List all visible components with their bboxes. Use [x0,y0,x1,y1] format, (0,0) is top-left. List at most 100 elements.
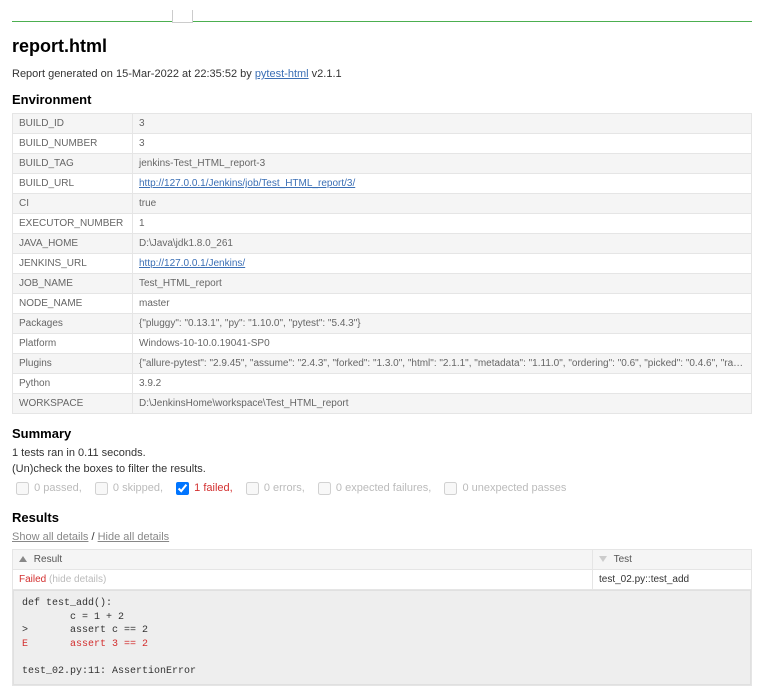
env-key: NODE_NAME [13,294,133,314]
result-outcome: Failed [19,574,46,585]
env-key: EXECUTOR_NUMBER [13,214,133,234]
meta-version: v2.1.1 [309,68,342,80]
trace-l3: > assert c == 2 [22,625,148,636]
results-heading: Results [12,510,752,525]
filter-xfail[interactable]: 0 expected failures, [314,482,431,494]
filter-error-checkbox[interactable] [246,482,259,495]
filter-skipped-label: 0 skipped, [113,482,163,494]
summary-hint: (Un)check the boxes to filter the result… [12,463,752,475]
filter-passed-checkbox[interactable] [16,482,29,495]
trace-l4: E assert 3 == 2 [22,639,148,650]
env-row: JOB_NAMETest_HTML_report [13,274,752,294]
hide-details-link[interactable]: (hide details) [49,574,106,585]
filter-xpass[interactable]: 0 unexpected passes [440,482,566,494]
filter-error-label: 0 errors, [264,482,305,494]
env-row: WORKSPACED:\JenkinsHome\workspace\Test_H… [13,394,752,414]
filter-row: 0 passed, 0 skipped, 1 failed, 0 errors,… [12,479,752,498]
summary-heading: Summary [12,426,752,441]
env-key: Python [13,374,133,394]
env-value: 1 [133,214,752,234]
environment-heading: Environment [12,92,752,107]
links-sep: / [88,531,97,543]
env-key: JOB_NAME [13,274,133,294]
meta-at: at [179,68,194,80]
env-key: Platform [13,334,133,354]
hide-all-details-link[interactable]: Hide all details [98,531,170,543]
env-value: D:\Java\jdk1.8.0_261 [133,234,752,254]
env-row: BUILD_URLhttp://127.0.0.1/Jenkins/job/Te… [13,174,752,194]
env-row: BUILD_TAGjenkins-Test_HTML_report-3 [13,154,752,174]
filter-passed[interactable]: 0 passed, [12,482,82,494]
col-test-label: Test [614,554,632,565]
filter-xfail-label: 0 expected failures, [336,482,431,494]
env-link[interactable]: http://127.0.0.1/Jenkins/ [139,258,245,269]
env-value: http://127.0.0.1/Jenkins/ [133,254,752,274]
report-meta: Report generated on 15-Mar-2022 at 22:35… [12,68,752,80]
sort-up-icon [19,556,27,562]
env-value: {"allure-pytest": "2.9.45", "assume": "2… [133,354,752,374]
filter-failed-checkbox[interactable] [176,482,189,495]
env-row: EXECUTOR_NUMBER1 [13,214,752,234]
env-key: Packages [13,314,133,334]
sort-down-icon [599,556,607,562]
env-value: master [133,294,752,314]
env-row: Python3.9.2 [13,374,752,394]
result-detail-row: def test_add(): c = 1 + 2 > assert c == … [13,590,752,686]
result-test-name: test_02.py::test_add [593,570,752,590]
top-tab [172,10,193,23]
filter-xpass-checkbox[interactable] [444,482,457,495]
pytest-html-link[interactable]: pytest-html [255,68,309,80]
meta-prefix: Report generated on [12,68,116,80]
filter-failed-label: 1 failed, [194,482,233,494]
show-all-details-link[interactable]: Show all details [12,531,88,543]
env-row: BUILD_ID3 [13,114,752,134]
env-value: 3 [133,134,752,154]
filter-skipped[interactable]: 0 skipped, [91,482,163,494]
env-row: BUILD_NUMBER3 [13,134,752,154]
env-link[interactable]: http://127.0.0.1/Jenkins/job/Test_HTML_r… [139,178,355,189]
col-test-header[interactable]: Test [593,550,752,570]
filter-passed-label: 0 passed, [34,482,82,494]
env-key: Plugins [13,354,133,374]
result-row: Failed (hide details) test_02.py::test_a… [13,570,752,590]
env-value: D:\JenkinsHome\workspace\Test_HTML_repor… [133,394,752,414]
results-links: Show all details / Hide all details [12,531,752,543]
env-row: JAVA_HOMED:\Java\jdk1.8.0_261 [13,234,752,254]
page-title: report.html [12,36,752,57]
trace-l1: def test_add(): [22,598,112,609]
env-value: true [133,194,752,214]
env-row: NODE_NAMEmaster [13,294,752,314]
trace-l2: c = 1 + 2 [22,612,124,623]
env-value: Test_HTML_report [133,274,752,294]
col-result-label: Result [34,554,62,565]
col-result-header[interactable]: Result [13,550,593,570]
env-value: 3.9.2 [133,374,752,394]
meta-time: 22:35:52 [194,68,237,80]
meta-by: by [237,68,255,80]
env-row: Packages{"pluggy": "0.13.1", "py": "1.10… [13,314,752,334]
environment-table: BUILD_ID3BUILD_NUMBER3BUILD_TAGjenkins-T… [12,113,752,414]
filter-skipped-checkbox[interactable] [95,482,108,495]
env-value: 3 [133,114,752,134]
env-key: BUILD_TAG [13,154,133,174]
env-value: {"pluggy": "0.13.1", "py": "1.10.0", "py… [133,314,752,334]
env-row: Plugins{"allure-pytest": "2.9.45", "assu… [13,354,752,374]
filter-failed[interactable]: 1 failed, [172,482,233,494]
env-row: JENKINS_URL http://127.0.0.1/Jenkins/ [13,254,752,274]
env-row: PlatformWindows-10-10.0.19041-SP0 [13,334,752,354]
env-key: CI [13,194,133,214]
env-row: CItrue [13,194,752,214]
env-value: jenkins-Test_HTML_report-3 [133,154,752,174]
env-value: http://127.0.0.1/Jenkins/job/Test_HTML_r… [133,174,752,194]
env-key: WORKSPACE [13,394,133,414]
trace-l5: test_02.py:11: AssertionError [22,666,196,677]
env-key: BUILD_NUMBER [13,134,133,154]
filter-xfail-checkbox[interactable] [318,482,331,495]
traceback: def test_add(): c = 1 + 2 > assert c == … [13,590,751,685]
results-table: Result Test Failed (hide details) test_0… [12,549,752,686]
filter-xpass-label: 0 unexpected passes [462,482,566,494]
filter-error[interactable]: 0 errors, [242,482,305,494]
env-value: Windows-10-10.0.19041-SP0 [133,334,752,354]
top-border [12,12,752,22]
env-key: JENKINS_URL [13,254,133,274]
